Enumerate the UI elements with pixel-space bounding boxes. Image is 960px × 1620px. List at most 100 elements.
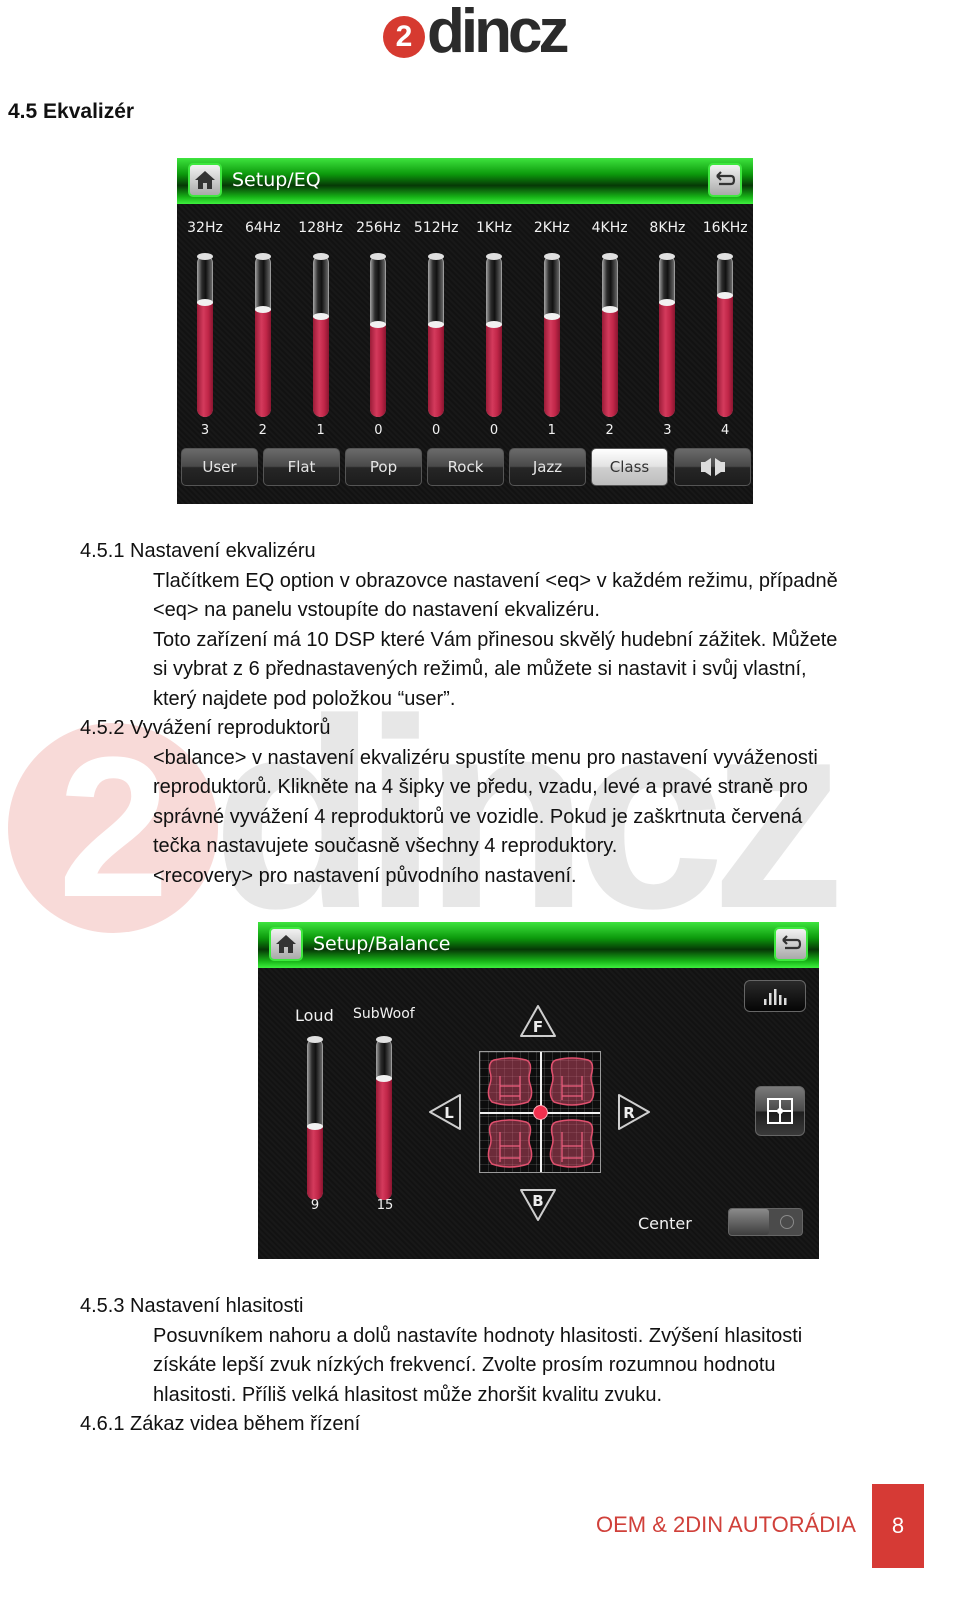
eq-band-handle[interactable] — [601, 306, 618, 314]
right-arrow-button[interactable]: R — [613, 1092, 653, 1132]
seat-front-right-icon — [549, 1057, 595, 1106]
eq-screen: Setup/EQ 32Hz 3 64Hz 2 128Hz 1 256Hz 0 512Hz 0 1KH… — [177, 158, 753, 504]
grid-center-icon — [767, 1098, 793, 1124]
back-button[interactable] — [708, 163, 742, 197]
balance-button[interactable] — [674, 448, 751, 486]
eq-band-label: 128Hz — [298, 220, 343, 236]
eq-view-button[interactable] — [744, 980, 806, 1012]
eq-band-fill — [254, 310, 271, 417]
eq-band-fill — [428, 324, 445, 417]
loud-fill — [307, 1127, 323, 1200]
balance-titlebar: Setup/Balance — [258, 922, 819, 968]
loud-slider[interactable] — [307, 1036, 323, 1200]
preset-button-rock[interactable]: Rock — [427, 448, 504, 486]
preset-button-flat[interactable]: Flat — [263, 448, 340, 486]
back-arrow-label: B — [532, 1192, 543, 1210]
tube-top — [376, 1036, 392, 1043]
tube-top — [370, 253, 387, 260]
text-line: Tlačítkem EQ option v obrazovce nastaven… — [153, 569, 838, 592]
eq-band-fill — [370, 324, 387, 417]
preset-button-jazz[interactable]: Jazz — [509, 448, 586, 486]
text-line: správné vyvážení 4 reproduktorů ve vozid… — [153, 805, 803, 828]
front-arrow-button[interactable]: F — [518, 1002, 558, 1042]
balance-screen: Setup/Balance Loud SubWoof 9 15 F B L R — [258, 922, 819, 1259]
back-button[interactable] — [774, 927, 808, 961]
home-button[interactable] — [269, 927, 303, 961]
eq-band-label: 256Hz — [356, 220, 401, 236]
balance-title: Setup/Balance — [313, 933, 451, 955]
eq-title: Setup/EQ — [232, 169, 321, 191]
eq-band-handle[interactable] — [717, 291, 734, 299]
eq-band-label: 16KHz — [702, 220, 748, 236]
toggle-off-indicator — [780, 1215, 794, 1229]
eq-band-label: 1KHz — [476, 220, 512, 236]
logo-number: 2 — [383, 16, 425, 58]
eq-band-slider[interactable] — [254, 253, 271, 417]
eq-band-handle[interactable] — [428, 320, 445, 328]
equalizer-bars-icon — [764, 989, 787, 1005]
preset-button-user[interactable]: User — [181, 448, 258, 486]
section-451: 4.5.1 Nastavení ekvalizéru Tlačítkem EQ … — [80, 537, 838, 891]
eq-band-slider[interactable] — [428, 253, 445, 417]
tube-top — [601, 253, 618, 260]
eq-band-label: 512Hz — [413, 220, 459, 236]
eq-band-fill — [601, 310, 618, 417]
speaker-balance-grid[interactable] — [479, 1051, 601, 1173]
eq-band-value: 4 — [721, 423, 730, 438]
eq-band-slider[interactable] — [486, 253, 502, 417]
center-label: Center — [638, 1214, 692, 1233]
eq-band-slider[interactable] — [659, 253, 676, 417]
eq-band-value: 1 — [316, 423, 325, 438]
loud-value: 9 — [310, 1198, 320, 1213]
eq-band-slider[interactable] — [543, 253, 560, 417]
eq-band-handle[interactable] — [370, 320, 387, 328]
section-453: 4.5.3 Nastavení hlasitosti Posuvníkem na… — [80, 1292, 802, 1440]
tube-top — [659, 253, 676, 260]
subwoof-label: SubWoof — [353, 1006, 415, 1022]
eq-band-handle[interactable] — [486, 320, 502, 328]
eq-band-label: 4KHz — [591, 220, 628, 236]
recovery-button[interactable] — [755, 1086, 805, 1136]
back-arrow-button[interactable]: B — [518, 1184, 558, 1224]
subwoof-slider[interactable] — [376, 1036, 392, 1200]
eq-band-handle[interactable] — [197, 298, 213, 306]
text-line: Posuvníkem nahoru a dolů nastavíte hodno… — [153, 1324, 803, 1347]
center-toggle[interactable] — [728, 1208, 803, 1236]
home-icon — [195, 171, 215, 189]
footer-text: OEM & 2DIN AUTORÁDIA — [596, 1512, 856, 1537]
eq-band-value: 3 — [663, 423, 672, 438]
front-arrow-label: F — [533, 1018, 543, 1036]
eq-band-value: 2 — [605, 423, 614, 438]
balance-center-dot[interactable] — [533, 1105, 548, 1120]
preset-button-pop[interactable]: Pop — [345, 448, 422, 486]
page-number: 8 — [872, 1484, 924, 1568]
back-arrow-icon — [716, 171, 736, 186]
eq-band-slider[interactable] — [312, 253, 329, 417]
eq-band-slider[interactable] — [197, 253, 213, 417]
eq-band-handle[interactable] — [659, 298, 676, 306]
seat-rear-left-icon — [487, 1119, 533, 1168]
eq-band-fill — [312, 317, 329, 417]
text-line: tečka nastavujete současně všechny 4 rep… — [153, 835, 618, 857]
eq-band-fill — [543, 317, 560, 417]
logo-text: dincz — [427, 0, 569, 66]
subwoof-handle[interactable] — [376, 1074, 392, 1082]
text-line: reproduktorů. Klikněte na 4 šipky ve pře… — [153, 776, 808, 798]
tube-top — [312, 253, 329, 260]
eq-band-fill — [659, 302, 676, 417]
eq-band-value: 0 — [432, 423, 441, 438]
left-arrow-label: L — [444, 1104, 454, 1122]
speaker-balance-icon — [700, 458, 725, 476]
section-453-heading: 4.5.3 Nastavení hlasitosti — [80, 1295, 304, 1317]
eq-band-slider[interactable] — [717, 253, 734, 417]
eq-band-handle[interactable] — [254, 306, 271, 314]
home-button[interactable] — [188, 163, 222, 197]
eq-band-fill — [197, 302, 213, 417]
eq-band-slider[interactable] — [370, 253, 387, 417]
section-title: 4.5 Ekvalizér — [8, 100, 135, 123]
left-arrow-button[interactable]: L — [426, 1092, 466, 1132]
eq-band-slider[interactable] — [601, 253, 618, 417]
eq-band-value: 1 — [547, 423, 556, 438]
text-line: <recovery> pro nastavení původního nasta… — [153, 864, 577, 887]
preset-button-class[interactable]: Class — [591, 448, 668, 486]
